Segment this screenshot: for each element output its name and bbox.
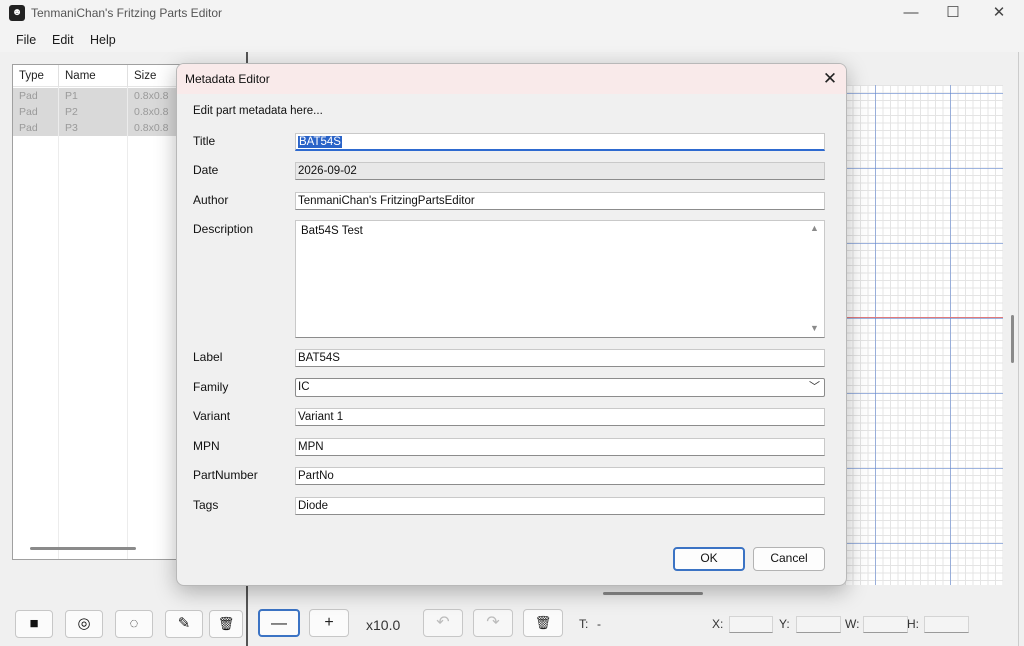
zoom-out-button[interactable]: — [258,609,300,637]
cell-size: 0.8x0.8 [128,120,183,136]
title-field[interactable]: BAT54S [295,133,825,151]
menu-bar [0,28,1024,52]
tags-field[interactable]: Diode [295,497,825,515]
family-value: IC [298,381,310,393]
canvas-vertical-scrollbar[interactable] [1011,315,1014,363]
chevron-down-icon: ﹀ [809,381,820,393]
maximize-button[interactable]: ☐ [930,0,976,28]
pencil-button[interactable]: ✎ [165,610,203,638]
metadata-editor-dialog: Metadata Editor ✕ Edit part metadata her… [176,63,847,586]
dialog-title-bar [177,64,846,94]
trash-icon: 🗑 [217,616,235,631]
title-label: Title [193,134,216,148]
dialog-title: Metadata Editor [185,72,270,86]
family-select[interactable]: IC ﹀ [295,378,825,397]
variant-field[interactable]: Variant 1 [295,408,825,426]
cell-type: Pad [13,120,59,136]
cell-size: 0.8x0.8 [128,88,183,104]
w-label: W: [845,617,860,631]
canvas-horizontal-scrollbar[interactable] [603,592,703,595]
delete-shape-button[interactable]: 🗑 [523,609,563,637]
canvas-grid[interactable] [845,85,1003,585]
column-header-size[interactable]: Size [128,65,183,87]
table-horizontal-scrollbar[interactable] [30,547,136,550]
table-row[interactable]: Pad P2 0.8x0.8 [13,104,183,120]
trash-icon: 🗑 [534,615,552,630]
grid-axis-line [845,317,1003,318]
t-label: T: [579,617,589,631]
table-gridline [127,87,128,559]
parts-table[interactable]: Type Name Size Pad P1 0.8x0.8 Pad P2 0.8… [12,64,184,560]
cell-name: P1 [59,88,128,104]
ok-button[interactable]: OK [673,547,745,571]
redo-button[interactable]: ↷ [473,609,513,637]
cell-size: 0.8x0.8 [128,104,183,120]
redo-icon: ↷ [486,614,500,631]
cell-type: Pad [13,88,59,104]
menu-file[interactable]: File [16,33,36,47]
right-panel-edge [1018,52,1024,646]
circle-pad-icon: ◎ [77,615,91,632]
mpn-field[interactable]: MPN [295,438,825,456]
mpn-label: MPN [193,439,220,453]
square-pad-button[interactable]: ■ [15,610,53,638]
column-header-type[interactable]: Type [13,65,59,87]
circle-pad-button[interactable]: ◎ [65,610,103,638]
pencil-icon: ✎ [177,615,191,632]
description-field[interactable]: Bat54S Test ▲ ▼ [295,220,825,338]
table-gridline [58,87,59,559]
window-title: TenmaniChan's Fritzing Parts Editor [31,6,223,20]
partnumber-label: PartNumber [193,468,258,482]
family-label: Family [193,380,229,394]
minimize-button[interactable]: — [888,0,934,28]
h-label: H: [907,617,919,631]
label-field[interactable]: BAT54S [295,349,825,367]
table-row[interactable]: Pad P3 0.8x0.8 [13,120,183,136]
scroll-down-icon[interactable]: ▼ [810,323,819,333]
author-field[interactable]: TenmaniChan's FritzingPartsEditor [295,192,825,210]
dashed-circle-button[interactable]: ◌ [115,610,153,638]
w-field[interactable] [863,616,908,633]
close-window-button[interactable]: ✕ [976,0,1022,28]
square-pad-icon: ■ [29,615,39,632]
title-value: BAT54S [298,136,342,148]
menu-help[interactable]: Help [90,33,116,47]
label-label: Label [193,350,223,364]
cell-type: Pad [13,104,59,120]
zoom-level: x10.0 [366,617,401,633]
column-header-name[interactable]: Name [59,65,128,87]
tags-label: Tags [193,498,219,512]
t-value: - [597,617,601,631]
y-label: Y: [779,617,790,631]
variant-label: Variant [193,409,231,423]
date-field: 2026-09-02 [295,162,825,180]
x-label: X: [712,617,724,631]
description-text: Bat54S Test [301,225,363,237]
partnumber-field[interactable]: PartNo [295,467,825,485]
undo-icon: ↶ [436,614,450,631]
y-field[interactable] [796,616,841,633]
cancel-button[interactable]: Cancel [753,547,825,571]
author-label: Author [193,193,229,207]
h-field[interactable] [924,616,969,633]
scroll-up-icon[interactable]: ▲ [810,223,819,233]
x-field[interactable] [729,616,773,633]
dialog-close-button[interactable]: ✕ [817,67,843,91]
date-label: Date [193,163,219,177]
dialog-intro-text: Edit part metadata here... [193,105,323,117]
app-icon: ☻ [9,5,25,21]
dashed-circle-icon: ◌ [129,615,139,632]
menu-edit[interactable]: Edit [52,33,74,47]
undo-button[interactable]: ↶ [423,609,463,637]
zoom-in-button[interactable]: + [309,609,349,637]
cell-name: P2 [59,104,128,120]
description-label: Description [193,222,254,236]
delete-part-button[interactable]: 🗑 [209,610,243,638]
cell-name: P3 [59,120,128,136]
table-row[interactable]: Pad P1 0.8x0.8 [13,88,183,104]
